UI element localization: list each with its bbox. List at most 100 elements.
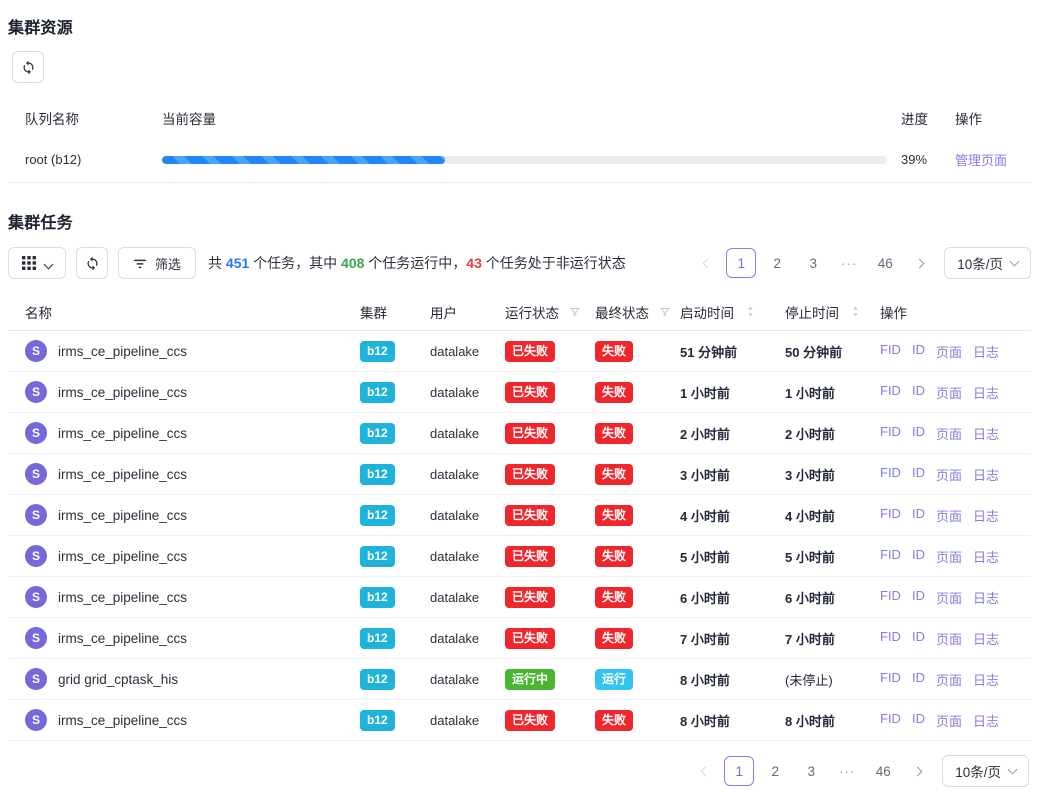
- tasks-toolbar: 筛选 共 451 个任务，其中 408 个任务运行中，43 个任务处于非运行状态…: [8, 247, 1031, 279]
- row-action-fid[interactable]: FID: [880, 342, 901, 361]
- pagination-page-46[interactable]: 46: [870, 248, 900, 278]
- sort-icon[interactable]: [849, 305, 862, 318]
- row-action-page[interactable]: 页面: [936, 670, 962, 689]
- row-action-id[interactable]: ID: [912, 588, 925, 607]
- row-action-fid[interactable]: FID: [880, 383, 901, 402]
- page-size-select[interactable]: 10条/页: [944, 247, 1031, 279]
- header-final-status[interactable]: 最终状态: [595, 302, 680, 322]
- filter-funnel-icon[interactable]: [569, 306, 581, 318]
- row-action-log[interactable]: 日志: [973, 711, 999, 730]
- pagination-page-46[interactable]: 46: [868, 756, 898, 786]
- run-status-badge: 已失败: [505, 382, 555, 403]
- cluster-cell: b12: [360, 464, 430, 485]
- row-action-log[interactable]: 日志: [973, 465, 999, 484]
- start-time: 6 小时前: [680, 588, 785, 607]
- running-count: 408: [341, 255, 364, 271]
- manage-page-link[interactable]: 管理页面: [955, 150, 1031, 169]
- row-action-fid[interactable]: FID: [880, 711, 901, 730]
- page-size-select[interactable]: 10条/页: [942, 755, 1029, 787]
- row-action-page[interactable]: 页面: [936, 424, 962, 443]
- run-status-badge: 已失败: [505, 423, 555, 444]
- task-name: irms_ce_pipeline_ccs: [58, 426, 187, 441]
- pagination-prev[interactable]: [692, 756, 718, 786]
- tasks-refresh-button[interactable]: [76, 247, 108, 279]
- pagination-page-3[interactable]: 3: [796, 756, 826, 786]
- row-action-fid[interactable]: FID: [880, 629, 901, 648]
- start-time: 8 小时前: [680, 711, 785, 730]
- summary-text: 个任务运行中，: [364, 255, 466, 271]
- pagination-ellipsis[interactable]: ···: [834, 248, 864, 278]
- row-actions: FID ID 页面日志: [880, 424, 1031, 443]
- row-action-id[interactable]: ID: [912, 711, 925, 730]
- row-action-page[interactable]: 页面: [936, 465, 962, 484]
- row-action-log[interactable]: 日志: [973, 342, 999, 361]
- row-action-fid[interactable]: FID: [880, 424, 901, 443]
- user-cell: datalake: [430, 426, 505, 441]
- header-stop-time[interactable]: 停止时间: [785, 302, 880, 322]
- row-action-id[interactable]: ID: [912, 465, 925, 484]
- final-status-badge: 失败: [595, 587, 633, 608]
- final-status-badge: 失败: [595, 341, 633, 362]
- table-row: S irms_ce_pipeline_ccs b12 datalake 已失败 …: [8, 331, 1031, 372]
- pagination-page-2[interactable]: 2: [762, 248, 792, 278]
- sort-icon[interactable]: [744, 305, 757, 318]
- row-action-id[interactable]: ID: [912, 424, 925, 443]
- row-action-page[interactable]: 页面: [936, 342, 962, 361]
- task-name-cell: S irms_ce_pipeline_ccs: [25, 504, 360, 526]
- final-status-badge: 失败: [595, 382, 633, 403]
- avatar: S: [25, 504, 47, 526]
- row-action-fid[interactable]: FID: [880, 670, 901, 689]
- row-action-fid[interactable]: FID: [880, 465, 901, 484]
- column-settings-button[interactable]: [8, 247, 66, 279]
- filter-button[interactable]: 筛选: [118, 247, 196, 279]
- pagination-next[interactable]: [904, 756, 930, 786]
- run-status-cell: 已失败: [505, 341, 595, 362]
- row-action-log[interactable]: 日志: [973, 547, 999, 566]
- summary-text: 共: [208, 255, 226, 271]
- cluster-badge: b12: [360, 546, 395, 567]
- row-action-id[interactable]: ID: [912, 670, 925, 689]
- row-action-fid[interactable]: FID: [880, 506, 901, 525]
- resources-refresh-button[interactable]: [12, 51, 44, 83]
- pagination-prev[interactable]: [694, 248, 720, 278]
- row-action-log[interactable]: 日志: [973, 506, 999, 525]
- table-row: S irms_ce_pipeline_ccs b12 datalake 已失败 …: [8, 536, 1031, 577]
- row-action-log[interactable]: 日志: [973, 588, 999, 607]
- row-action-log[interactable]: 日志: [973, 629, 999, 648]
- pagination-ellipsis[interactable]: ···: [832, 756, 862, 786]
- capacity-progress-fill: [162, 156, 445, 164]
- pagination-page-1[interactable]: 1: [726, 248, 756, 278]
- summary-text: 个任务处于非运行状态: [482, 255, 626, 271]
- row-action-id[interactable]: ID: [912, 342, 925, 361]
- row-action-id[interactable]: ID: [912, 629, 925, 648]
- final-status-cell: 失败: [595, 505, 680, 526]
- header-start-time[interactable]: 启动时间: [680, 302, 785, 322]
- row-action-page[interactable]: 页面: [936, 711, 962, 730]
- start-time: 51 分钟前: [680, 342, 785, 361]
- row-action-fid[interactable]: FID: [880, 547, 901, 566]
- row-action-page[interactable]: 页面: [936, 383, 962, 402]
- pagination-page-1[interactable]: 1: [724, 756, 754, 786]
- avatar: S: [25, 709, 47, 731]
- row-action-id[interactable]: ID: [912, 547, 925, 566]
- row-action-page[interactable]: 页面: [936, 588, 962, 607]
- row-action-page[interactable]: 页面: [936, 506, 962, 525]
- row-action-log[interactable]: 日志: [973, 424, 999, 443]
- filter-funnel-icon[interactable]: [659, 306, 671, 318]
- row-action-log[interactable]: 日志: [973, 670, 999, 689]
- task-name-cell: S grid grid_cptask_his: [25, 668, 360, 690]
- pagination-page-3[interactable]: 3: [798, 248, 828, 278]
- capacity-progress-bar: [162, 156, 887, 164]
- header-run-status[interactable]: 运行状态: [505, 302, 595, 322]
- row-action-id[interactable]: ID: [912, 506, 925, 525]
- pagination-page-2[interactable]: 2: [760, 756, 790, 786]
- header-cluster: 集群: [360, 302, 430, 322]
- row-action-page[interactable]: 页面: [936, 629, 962, 648]
- start-time: 3 小时前: [680, 465, 785, 484]
- pagination-next[interactable]: [906, 248, 932, 278]
- row-action-log[interactable]: 日志: [973, 383, 999, 402]
- user-cell: datalake: [430, 549, 505, 564]
- row-action-fid[interactable]: FID: [880, 588, 901, 607]
- row-action-id[interactable]: ID: [912, 383, 925, 402]
- row-action-page[interactable]: 页面: [936, 547, 962, 566]
